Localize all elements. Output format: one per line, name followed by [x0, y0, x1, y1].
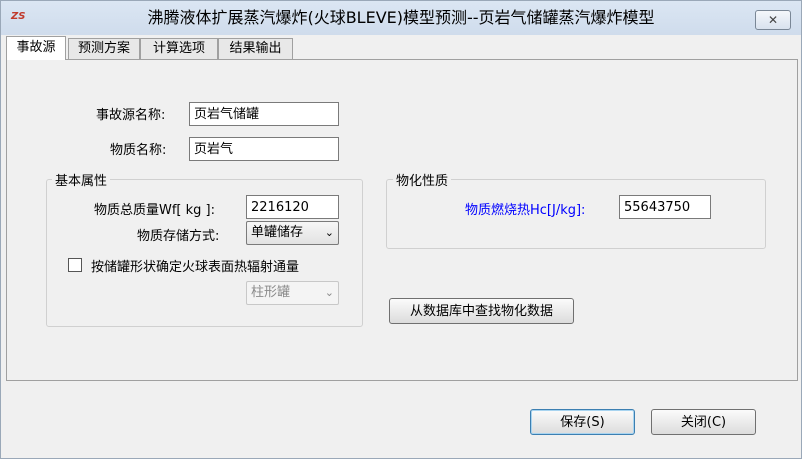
tab-calc-options[interactable]: 计算选项	[140, 38, 218, 59]
shape-flux-label: 按储罐形状确定火球表面热辐射通量	[91, 260, 300, 275]
chevron-down-icon: ⌄	[324, 226, 334, 239]
chevron-down-icon: ⌄	[324, 286, 334, 299]
tab-accident-source[interactable]: 事故源	[6, 36, 66, 60]
tab-result-output[interactable]: 结果输出	[218, 38, 293, 59]
storage-mode-select[interactable]: 单罐储存 ⌄	[246, 221, 339, 245]
source-name-field[interactable]: 页岩气储罐	[189, 102, 339, 126]
tab-panel: 事故源名称: 页岩气储罐 物质名称: 页岩气 基本属性 物质总质量Wf[ kg …	[6, 59, 798, 381]
dialog-window: ZS 沸腾液体扩展蒸汽爆炸(火球BLEVE)模型预测--页岩气储罐蒸汽爆炸模型 …	[0, 0, 802, 459]
substance-name-field[interactable]: 页岩气	[189, 137, 339, 161]
tab-prediction-plan[interactable]: 预测方案	[68, 38, 140, 59]
window-title: 沸腾液体扩展蒸汽爆炸(火球BLEVE)模型预测--页岩气储罐蒸汽爆炸模型	[147, 8, 655, 27]
save-button[interactable]: 保存(S)	[530, 409, 635, 435]
storage-mode-label: 物质存储方式:	[137, 229, 220, 244]
total-mass-label: 物质总质量Wf[ kg ]:	[94, 203, 215, 218]
physchem-title: 物化性质	[393, 170, 452, 189]
shape-flux-checkbox[interactable]	[68, 258, 82, 272]
tank-shape-select[interactable]: 柱形罐 ⌄	[246, 281, 339, 305]
tank-shape-value: 柱形罐	[251, 285, 291, 300]
title-bar[interactable]: ZS 沸腾液体扩展蒸汽爆炸(火球BLEVE)模型预测--页岩气储罐蒸汽爆炸模型 …	[1, 1, 801, 35]
heat-of-combustion-label: 物质燃烧热Hc[J/kg]:	[465, 203, 586, 218]
lookup-database-button[interactable]: 从数据库中查找物化数据	[389, 298, 574, 324]
substance-name-label: 物质名称:	[110, 143, 167, 158]
total-mass-field[interactable]: 2216120	[246, 195, 339, 219]
window-close-button[interactable]: ✕	[755, 10, 791, 30]
close-button[interactable]: 关闭(C)	[651, 409, 756, 435]
heat-of-combustion-field[interactable]: 55643750	[619, 195, 711, 219]
source-name-label: 事故源名称:	[96, 108, 166, 123]
basic-props-title: 基本属性	[52, 170, 111, 189]
storage-mode-value: 单罐储存	[251, 225, 304, 240]
